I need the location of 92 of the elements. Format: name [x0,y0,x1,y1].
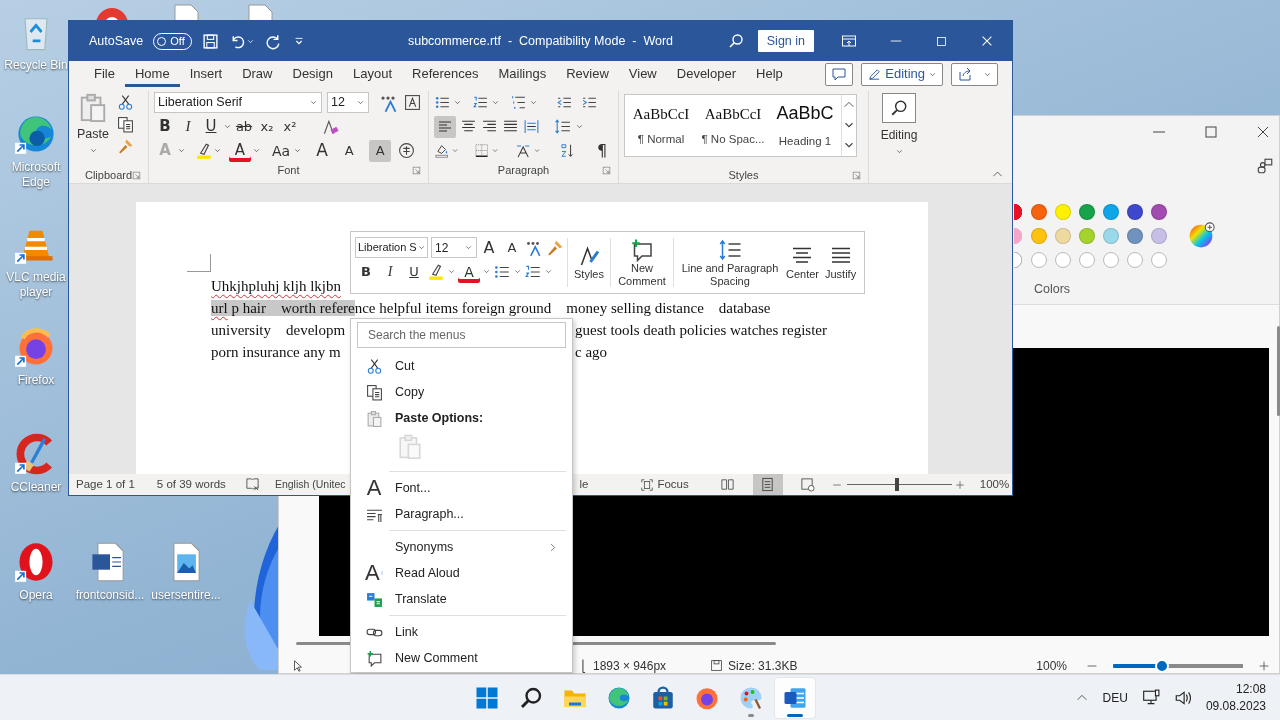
shrink-font-button[interactable]: A [501,236,523,259]
document-text: url [211,300,228,316]
group-label: Styles [728,167,759,183]
bold-button[interactable]: B [154,115,176,138]
font-name-dropdown[interactable]: Liberation Serif [154,92,322,113]
change-case-button[interactable]: Aa [270,139,293,162]
group-label: Font [277,162,300,178]
ribbon-tab[interactable]: View [618,61,667,87]
menu-item[interactable]: A Read Aloud [357,560,566,586]
document-text: p hair worth refere [227,300,355,316]
menu-item[interactable]: Copy [357,379,566,405]
superscript-button[interactable]: x² [279,115,301,138]
bold-button[interactable]: B [355,260,377,283]
menu-item[interactable]: Synonyms [357,534,566,560]
styles-button[interactable]: Styles [571,236,607,289]
ribbon-tab[interactable]: Review [556,61,619,87]
grow-font-button[interactable]: A [311,139,334,162]
style-option[interactable]: AaBbC Heading 1 [769,95,841,156]
menu-item[interactable]: Cut [357,353,566,379]
style-name: ¶ Normal [637,132,685,148]
italic-button[interactable]: I [379,260,401,283]
ribbon-tab[interactable]: Insert [179,61,233,87]
ribbon-tab[interactable]: File [84,61,125,87]
page-count[interactable]: Page 1 of 1 [76,475,135,494]
strikethrough-button[interactable]: ab [233,115,255,138]
style-option[interactable]: AaBbCcI ¶ Normal [625,95,697,156]
subscript-button[interactable]: x₂ [256,115,278,138]
paste-button[interactable]: Paste [74,91,112,167]
font-color-button[interactable]: A [458,260,480,283]
ribbon-tab[interactable]: Layout [342,61,402,87]
document-text: guest tools death policies watches register [575,321,827,340]
font-size-dropdown[interactable]: 12 [327,92,369,113]
document-text: porn insurance any m [211,344,341,360]
show-formatting-button[interactable]: ¶ [591,139,613,162]
underline-button[interactable]: U [403,260,425,283]
ribbon-tab[interactable]: Draw [232,61,283,87]
focus-button[interactable]: Focus [640,475,689,494]
style-name: Heading 1 [778,134,832,150]
group-label: Clipboard [84,167,133,183]
language-status[interactable]: English (Unitec [274,476,346,493]
font-size-dropdown[interactable]: 12 [431,237,477,258]
menu-item[interactable]: Paragraph... [357,501,566,527]
menu-item[interactable]: Link [357,619,566,645]
zoom-percent[interactable]: 100% [979,475,1010,494]
font-name-dropdown[interactable]: Liberation S [355,237,428,258]
italic-button[interactable]: I [177,115,199,138]
clock-date[interactable]: 09.08.2023 [1205,697,1266,715]
window-title: subcommerce.rtf - Compatibility Mode - Word [407,32,674,50]
center-button[interactable]: Center [782,236,822,289]
ribbon-tab[interactable]: Design [282,61,343,87]
style-preview: AaBbC [776,102,834,126]
file-size: Size: 31.3KB [728,657,798,675]
group-label: Paragraph [497,162,550,178]
ribbon-tab[interactable]: Home [124,61,180,87]
menu-item[interactable]: Translate [357,586,566,612]
search-field[interactable]: Search the menus [357,322,566,348]
menu-item[interactable]: New Comment [357,645,566,671]
document-text: Uhkjhpluhj kljh lkjbn [211,278,341,294]
document-text: university developm [211,322,346,338]
menu-heading: Paste Options: [357,405,566,431]
clock-time[interactable]: 12:08 [1235,680,1266,698]
style-preview: AaBbCcI [632,104,690,124]
font-color-button[interactable]: A [229,139,251,162]
input-language[interactable]: DEU [1102,688,1128,707]
ribbon-tab[interactable]: Mailings [488,61,557,87]
zoom-percent: 100% [1036,657,1067,675]
image-dimensions: 1893 × 946px [593,657,667,675]
style-option[interactable]: AaBbCcI ¶ No Spac... [697,95,769,156]
justify-button[interactable]: Justify [822,236,860,289]
document-text: c ago [575,343,608,362]
ribbon-tab[interactable]: Help [746,61,793,87]
document-text: nce helpful items foreign ground money selling distance database [354,300,771,316]
menu-item[interactable]: A Font... [357,475,566,501]
new-comment-button[interactable]: New Comment [613,236,670,289]
word-count[interactable]: 5 of 39 words [156,475,226,494]
editing-button[interactable]: Editing [874,93,924,156]
font-glyph: A [366,477,382,499]
character-shading-button[interactable]: A [369,139,392,162]
editing-mode-button[interactable]: Editing [861,62,943,86]
sign-in-button[interactable]: Sign in [757,29,814,53]
grow-font-button[interactable]: A [478,236,500,259]
style-name: ¶ No Spac... [701,132,765,148]
autosave-label: AutoSave [89,32,144,50]
line-spacing-button[interactable]: Line and Paragraph Spacing [676,236,783,289]
style-preview: AaBbCcI [704,104,762,124]
underline-button[interactable]: U [200,115,222,138]
shrink-font-button[interactable]: A [338,139,361,162]
status-text[interactable]: le [579,475,589,494]
palette-label: Colors [1034,281,1072,298]
ribbon-tab[interactable]: Developer [666,61,747,87]
ribbon-tab[interactable]: References [402,61,489,87]
font-glyph: A [365,562,380,584]
